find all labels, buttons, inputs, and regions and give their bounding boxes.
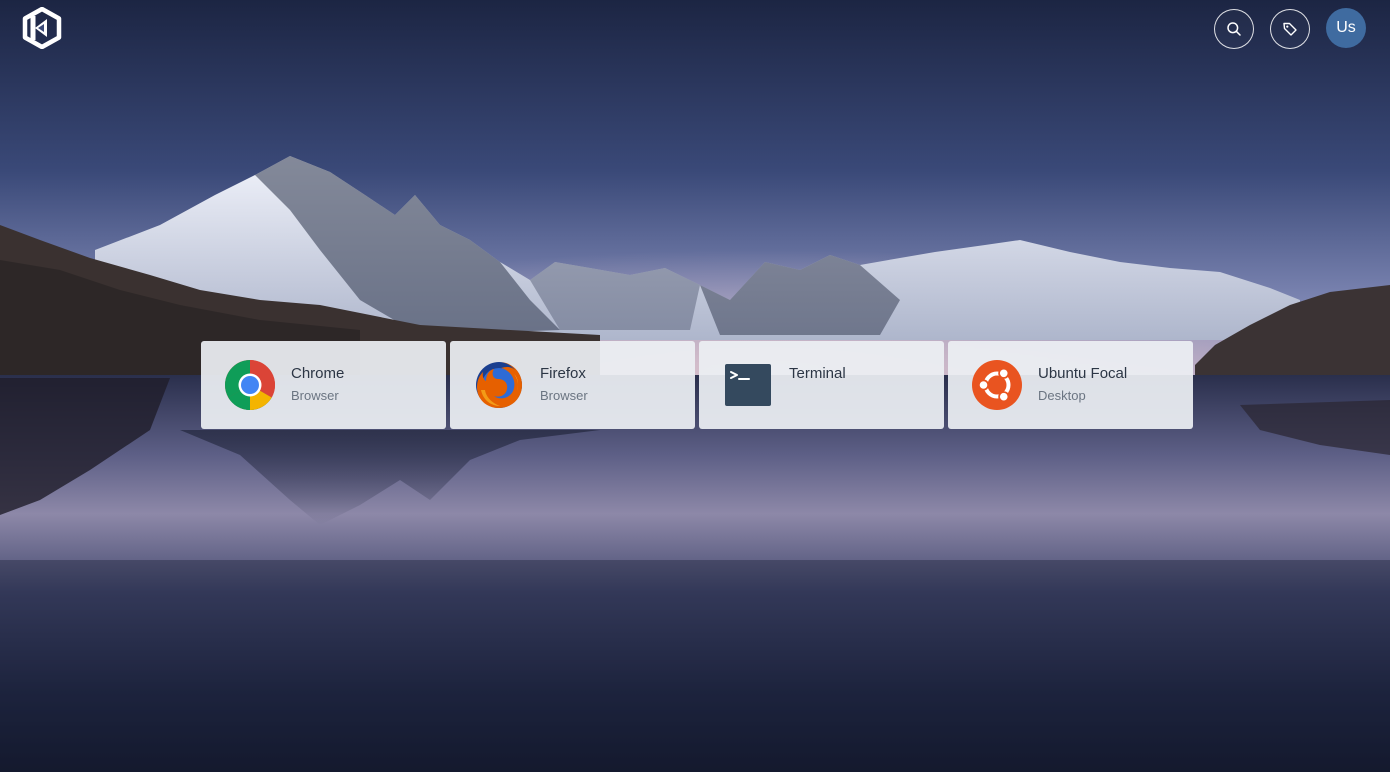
search-button[interactable] [1214, 9, 1254, 49]
tag-icon [1283, 22, 1297, 36]
app-card-ubuntu-focal[interactable]: Ubuntu Focal Desktop [948, 341, 1193, 429]
search-icon [1227, 22, 1241, 36]
ubuntu-icon [972, 360, 1022, 410]
user-avatar[interactable]: Us [1326, 8, 1366, 48]
tags-button[interactable] [1270, 9, 1310, 49]
app-card-title: Chrome [291, 365, 345, 382]
app-card-subtitle: Browser [291, 388, 339, 403]
logo-mark [22, 6, 62, 50]
firefox-icon [476, 362, 522, 408]
app-card-title: Ubuntu Focal [1038, 365, 1128, 382]
app-card-title: Firefox [540, 365, 586, 382]
app-card-subtitle: Desktop [1038, 388, 1086, 403]
app-card-list: Chrome Browser Firefox Browser Terminal [201, 341, 1193, 429]
app-card-firefox[interactable]: Firefox Browser [450, 341, 695, 429]
app-card-chrome[interactable]: Chrome Browser [201, 341, 446, 429]
workspace-launcher-page: Us Chrome Browser Firefox Browser Termin… [0, 0, 1390, 772]
chrome-icon [225, 360, 275, 410]
terminal-icon [725, 364, 771, 406]
app-card-terminal[interactable]: Terminal [699, 341, 944, 429]
app-card-subtitle: Browser [540, 388, 588, 403]
kasm-logo-icon[interactable] [22, 6, 62, 50]
app-card-title: Terminal [789, 365, 846, 382]
